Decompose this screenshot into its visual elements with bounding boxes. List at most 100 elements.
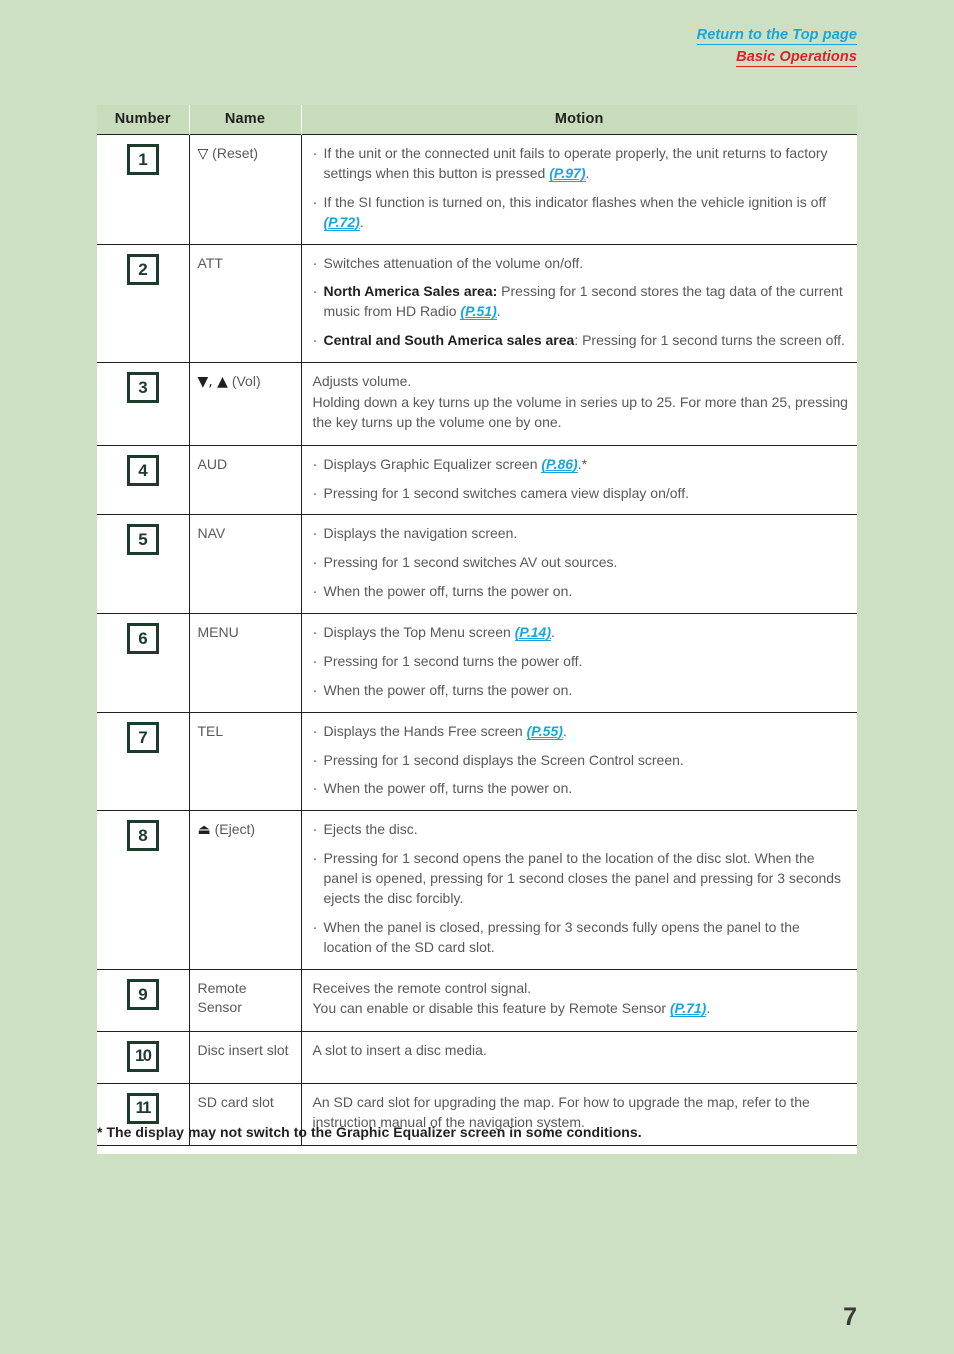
- row-motion-cell: Displays the navigation screen. Pressing …: [301, 514, 857, 614]
- row-name-label: Remote Sensor: [197, 979, 247, 1016]
- page-reference-link[interactable]: (P.14): [514, 624, 552, 641]
- motion-bullet-item: If the SI function is turned on, this in…: [313, 192, 850, 233]
- table-row: 2 ATT Switches attenuation of the volume o…: [97, 243, 857, 363]
- button-glyph-icon: ⏏: [197, 822, 211, 839]
- row-number-cell: 9: [97, 968, 190, 1032]
- table-header-row: Number Name Motion: [97, 105, 857, 135]
- table-row: 9 Remote Sensor Receives the remote contro…: [97, 968, 857, 1032]
- row-number-cell: 5: [97, 514, 190, 614]
- motion-bullet-item: Pressing for 1 second switches camera vi…: [313, 483, 850, 504]
- page-reference-link[interactable]: (P.55): [526, 722, 563, 740]
- row-number-cell: 10: [97, 1031, 190, 1084]
- motion-bullet-item: Pressing for 1 second switches AV out so…: [313, 552, 850, 573]
- row-name-label: ATT: [197, 254, 223, 271]
- row-name-cell: ⏏ (Eject): [189, 810, 302, 969]
- row-motion-cell: A slot to insert a disc media.: [301, 1031, 857, 1084]
- motion-bullet-item: When the power off, turns the power on.: [313, 680, 850, 701]
- motion-bullet-item: Displays Graphic Equalizer screen (P.86)…: [313, 454, 850, 475]
- row-name-label: (Vol): [231, 373, 261, 389]
- row-motion-cell: Displays the Hands Free screen (P.55). Pr…: [301, 711, 857, 811]
- table-row: 3 ▼, ▲ (Vol) Adjusts volume. Holding down a…: [97, 362, 857, 446]
- motion-bullet-item: Ejects the disc.: [313, 819, 850, 840]
- number-badge: 10: [126, 1041, 159, 1073]
- row-name-cell: TEL: [189, 711, 302, 811]
- motion-bullet-item: North America Sales area: Pressing for 1…: [313, 281, 850, 322]
- number-badge: 5: [126, 524, 159, 556]
- number-badge: 2: [126, 253, 159, 285]
- motion-bullet-item: Displays the navigation screen.: [313, 523, 850, 544]
- number-badge: 1: [126, 144, 159, 175]
- motion-bullet-item: When the panel is closed, pressing for 3…: [313, 917, 850, 958]
- page-reference-link[interactable]: (P.97): [549, 164, 586, 182]
- row-name-label: (Eject): [214, 821, 256, 838]
- row-name-cell: ▽ (Reset): [189, 134, 302, 244]
- button-glyph-icon: ▽: [197, 146, 209, 162]
- emphasis-text: Central and South America sales area: [323, 332, 575, 349]
- motion-bullet-item: Central and South America sales area: Pr…: [313, 330, 850, 351]
- footnote: * The display may not switch to the Grap…: [97, 1124, 642, 1140]
- row-motion-cell: Ejects the disc. Pressing for 1 second op…: [301, 810, 857, 969]
- row-number-cell: 1: [97, 134, 190, 244]
- table-row: 1 ▽ (Reset) If the unit or the connected u…: [97, 134, 857, 244]
- basic-operations-link[interactable]: Basic Operations: [736, 50, 857, 67]
- row-name-label: AUD: [197, 455, 228, 472]
- button-glyph-icon: ▼, ▲: [197, 374, 228, 390]
- row-name-cell: MENU: [189, 613, 302, 713]
- column-header-number: Number: [97, 105, 190, 135]
- emphasis-text: North America Sales area:: [323, 283, 498, 300]
- motion-bullet-item: Pressing for 1 second turns the power of…: [313, 651, 850, 672]
- motion-bullet-item: Displays the Hands Free screen (P.55).: [313, 721, 850, 742]
- specification-table: Number Name Motion 1 ▽ (Reset) If the unit…: [97, 105, 857, 1146]
- row-number-cell: 2: [97, 243, 190, 363]
- row-motion-cell: Switches attenuation of the volume on/of…: [301, 243, 857, 363]
- page-reference-link[interactable]: (P.72): [323, 213, 360, 231]
- column-header-name: Name: [189, 105, 302, 135]
- motion-bullet-item: When the power off, turns the power on.: [313, 581, 850, 602]
- row-name-cell: ▼, ▲ (Vol): [189, 362, 302, 446]
- row-name-label: NAV: [197, 525, 226, 542]
- row-name-label: Disc insert slot: [197, 1042, 289, 1059]
- motion-text-line: Receives the remote control signal.: [312, 979, 532, 996]
- row-name-cell: ATT: [189, 243, 302, 363]
- table-body: 1 ▽ (Reset) If the unit or the connected u…: [97, 134, 857, 1146]
- table-row: 7 TEL Displays the Hands Free screen (P.55…: [97, 711, 857, 811]
- table-row: 10 Disc insert slot A slot to insert a dis…: [97, 1031, 857, 1084]
- row-motion-cell: Displays the Top Menu screen (P.14). Pres…: [301, 613, 857, 713]
- row-motion-cell: Receives the remote control signal. You c…: [301, 968, 857, 1032]
- table-row: 5 NAV Displays the navigation screen. Press…: [97, 514, 857, 614]
- row-number-cell: 8: [97, 810, 190, 969]
- row-number-cell: 3: [97, 362, 190, 446]
- page-reference-link[interactable]: (P.51): [460, 303, 497, 321]
- page-header: Return to the Top page Basic Operations: [696, 28, 857, 72]
- page-number: 7: [843, 1303, 857, 1331]
- row-number-cell: 4: [97, 444, 190, 515]
- row-name-label: (Reset): [212, 145, 259, 161]
- table-row: 6 MENU Displays the Top Menu screen (P.14)…: [97, 613, 857, 713]
- motion-bullet-item: Pressing for 1 second displays the Scree…: [313, 750, 850, 771]
- motion-text-line: Holding down a key turns up the volume i…: [312, 393, 848, 430]
- row-number-cell: 7: [97, 711, 190, 811]
- number-badge: 6: [126, 623, 159, 654]
- page-reference-link[interactable]: (P.71): [670, 1000, 707, 1018]
- page-reference-link[interactable]: (P.86): [541, 455, 578, 473]
- row-name-label: TEL: [197, 722, 224, 739]
- return-to-top-page-link[interactable]: Return to the Top page: [696, 28, 857, 45]
- row-name-label: SD card slot: [197, 1094, 274, 1111]
- motion-text-line: Adjusts volume.: [312, 373, 412, 389]
- number-badge: 7: [126, 721, 159, 753]
- motion-text-line: A slot to insert a disc media.: [312, 1042, 487, 1059]
- row-name-cell: Disc insert slot: [189, 1031, 302, 1084]
- row-motion-cell: Displays Graphic Equalizer screen (P.86)…: [301, 444, 857, 515]
- number-badge: 4: [126, 454, 159, 486]
- number-badge: 3: [126, 372, 159, 403]
- motion-bullet-item: If the unit or the connected unit fails …: [313, 143, 850, 184]
- row-name-label: MENU: [197, 624, 239, 640]
- row-motion-cell: Adjusts volume. Holding down a key turns …: [301, 362, 857, 446]
- specification-table-container: Number Name Motion 1 ▽ (Reset) If the unit…: [97, 105, 857, 1154]
- motion-bullet-item: Pressing for 1 second opens the panel to…: [313, 848, 850, 909]
- row-name-cell: Remote Sensor: [189, 968, 302, 1032]
- number-badge: 8: [126, 820, 159, 852]
- row-motion-cell: If the unit or the connected unit fails …: [301, 134, 857, 244]
- motion-bullet-item: Displays the Top Menu screen (P.14).: [313, 622, 850, 643]
- number-badge: 11: [126, 1093, 159, 1125]
